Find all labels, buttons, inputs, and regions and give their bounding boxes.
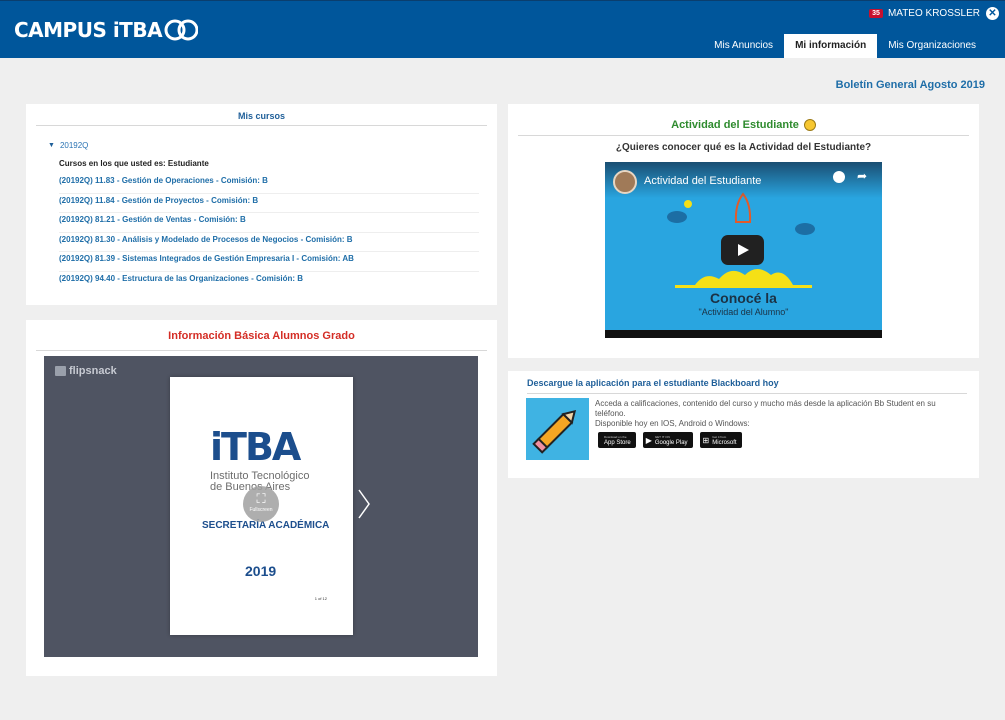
boletin-link[interactable]: Boletín General Agosto 2019 — [836, 79, 985, 91]
google-play-badge[interactable]: ▶ GET IT ON Google Play — [642, 432, 693, 448]
logo-text: CAMPUS iTBA — [14, 18, 163, 42]
course-link[interactable]: (20192Q) 81.30 - Análisis y Modelado de … — [59, 233, 479, 253]
video-title[interactable]: Actividad del Estudiante — [644, 175, 761, 187]
blackboard-description: Acceda a calificaciones, contenido del c… — [595, 399, 965, 429]
smiley-icon — [803, 119, 816, 131]
fullscreen-button[interactable]: ⛶ Fullscreen — [243, 486, 279, 522]
page-section: SECRETARÍA ACADÉMICA — [202, 520, 330, 531]
course-link[interactable]: (20192Q) 94.40 - Estructura de las Organ… — [59, 272, 479, 292]
channel-avatar[interactable] — [613, 170, 637, 194]
mis-cursos-title: Mis cursos — [36, 104, 487, 126]
flipsnack-logo: flipsnack — [55, 365, 117, 377]
actividad-title-row: Actividad del Estudiante — [518, 104, 969, 136]
watch-later-icon[interactable] — [833, 171, 845, 183]
actividad-question: ¿Quieres conocer qué es la Actividad del… — [615, 142, 872, 153]
blackboard-title: Descargue la aplicación para el estudian… — [527, 378, 967, 394]
tab-mis-anuncios[interactable]: Mis Anuncios — [703, 34, 784, 58]
course-link[interactable]: (20192Q) 11.83 - Gestión de Operaciones … — [59, 174, 479, 194]
microsoft-badge[interactable]: ⊞ Get it from Microsoft — [699, 432, 742, 448]
course-link[interactable]: (20192Q) 11.84 - Gestión de Proyectos - … — [59, 194, 479, 214]
top-header: CAMPUS iTBA 35 MATEO KROSSLER ✕ Mis Anun… — [0, 0, 1005, 58]
page-number: 1 of 12 — [314, 596, 327, 601]
blackboard-card: Descargue la aplicación para el estudian… — [508, 371, 979, 478]
page-itba-logo: iTBA — [210, 425, 301, 469]
user-menu[interactable]: 35 MATEO KROSSLER ✕ — [869, 7, 999, 20]
course-list: (20192Q) 11.83 - Gestión de Operaciones … — [59, 174, 479, 292]
notification-badge[interactable]: 35 — [869, 9, 883, 18]
period-toggle[interactable]: ▼ 20192Q — [48, 141, 88, 150]
user-name[interactable]: MATEO KROSSLER — [888, 8, 980, 19]
period-label: 20192Q — [59, 141, 89, 150]
informacion-basica-card: Información Básica Alumnos Grado flipsna… — [26, 320, 497, 676]
app-store-badge[interactable]: Download on the App Store — [598, 432, 636, 448]
anniversary-60-icon — [164, 19, 199, 41]
campus-itba-logo[interactable]: CAMPUS iTBA — [14, 14, 199, 46]
mis-cursos-card: Mis cursos ▼ 20192Q Cursos en los que us… — [26, 104, 497, 305]
tab-mi-informacion[interactable]: Mi información — [784, 34, 878, 58]
flipsnack-viewer[interactable]: flipsnack iTBA Instituto Tecnológico de … — [44, 356, 478, 657]
video-divider — [675, 285, 812, 288]
play-button[interactable] — [721, 235, 764, 265]
google-play-icon: ▶ — [645, 435, 652, 445]
video-player[interactable]: Actividad del Estudiante ➦ Conocé la "Ac… — [605, 162, 882, 338]
share-icon[interactable]: ➦ — [857, 169, 867, 183]
close-icon[interactable]: ✕ — [986, 7, 999, 20]
informacion-basica-title: Información Básica Alumnos Grado — [36, 320, 487, 351]
flipsnack-label: flipsnack — [69, 365, 117, 377]
fullscreen-label: Fullscreen — [249, 507, 273, 513]
store-badge-name: App Store — [604, 440, 631, 446]
video-big-text: Conocé la — [710, 290, 777, 306]
tab-mis-organizaciones[interactable]: Mis Organizaciones — [877, 34, 987, 58]
actividad-title: Actividad del Estudiante — [671, 119, 799, 131]
role-label: Cursos en los que usted es: Estudiante — [59, 159, 209, 168]
caret-down-icon: ▼ — [48, 142, 55, 149]
course-link[interactable]: (20192Q) 81.39 - Sistemas Integrados de … — [59, 252, 479, 272]
store-badge-name: Google Play — [654, 440, 688, 446]
microsoft-icon: ⊞ — [702, 435, 710, 445]
main-tabs: Mis Anuncios Mi información Mis Organiza… — [703, 34, 987, 58]
pencil-icon — [526, 398, 589, 460]
store-badges: Download on the App Store ▶ GET IT ON Go… — [598, 432, 749, 448]
store-badge-name: Microsoft — [712, 440, 737, 446]
flipsnack-mark-icon — [55, 366, 66, 376]
video-small-text: "Actividad del Alumno" — [698, 307, 789, 317]
blackboard-text-line1: Acceda a calificaciones, contenido del c… — [595, 399, 936, 418]
next-page-icon[interactable] — [357, 489, 371, 519]
course-link[interactable]: (20192Q) 81.21 - Gestión de Ventas - Com… — [59, 213, 479, 233]
page-year: 2019 — [245, 563, 277, 579]
blackboard-text-line2: Disponible hoy en IOS, Android o Windows… — [595, 419, 750, 428]
actividad-card: Actividad del Estudiante ¿Quieres conoce… — [508, 104, 979, 358]
